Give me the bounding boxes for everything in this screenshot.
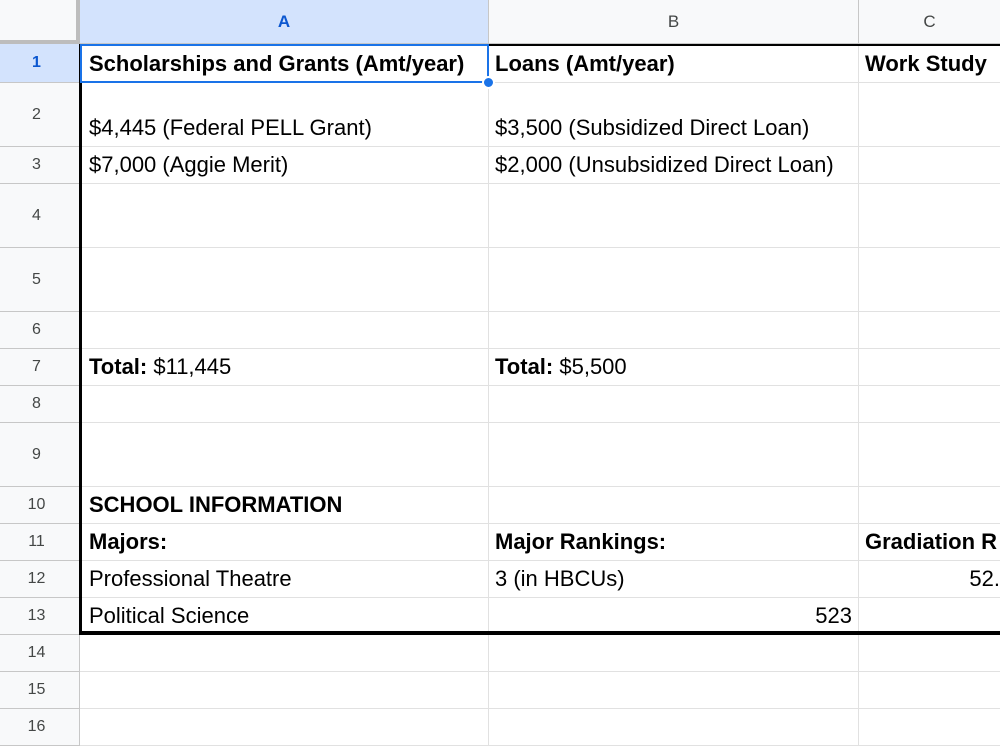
row-header-6[interactable]: 6 [0,312,80,349]
fill-handle[interactable] [482,76,495,89]
cell-a9[interactable] [80,423,489,487]
cell-b15[interactable] [489,672,859,709]
cell-c4[interactable] [859,184,1000,248]
cell-b12[interactable]: 3 (in HBCUs) [489,561,859,598]
row-header-12[interactable]: 12 [0,561,80,598]
row-header-1[interactable]: 1 [0,44,80,83]
total-value: $11,445 [147,354,232,379]
cell-c14[interactable] [859,635,1000,672]
select-all-corner[interactable] [0,0,80,44]
cell-a4[interactable] [80,184,489,248]
cell-b2[interactable]: $3,500 (Subsidized Direct Loan) [489,83,859,147]
cell-b6[interactable] [489,312,859,349]
cell-c7[interactable] [859,349,1000,386]
row-header-14[interactable]: 14 [0,635,80,672]
total-label: Total: [495,354,554,379]
cell-c5[interactable] [859,248,1000,312]
cell-c6[interactable] [859,312,1000,349]
cell-c12[interactable]: 52. [859,561,1000,598]
cell-a14[interactable] [80,635,489,672]
row-header-15[interactable]: 15 [0,672,80,709]
total-label: Total: [89,354,148,379]
column-header-c[interactable]: C [859,0,1000,44]
row-header-2[interactable]: 2 [0,83,80,147]
cell-b16[interactable] [489,709,859,746]
cell-b1[interactable]: Loans (Amt/year) [489,44,859,83]
cell-a8[interactable] [80,386,489,423]
cell-c13[interactable] [859,598,1000,635]
cell-a16[interactable] [80,709,489,746]
row-header-3[interactable]: 3 [0,147,80,184]
row-header-5[interactable]: 5 [0,248,80,312]
cell-a3[interactable]: $7,000 (Aggie Merit) [80,147,489,184]
total-value: $5,500 [553,354,627,379]
cell-b9[interactable] [489,423,859,487]
cell-c10[interactable] [859,487,1000,524]
cell-a10[interactable]: SCHOOL INFORMATION [80,487,489,524]
cell-b5[interactable] [489,248,859,312]
row-header-7[interactable]: 7 [0,349,80,386]
cell-a12[interactable]: Professional Theatre [80,561,489,598]
cell-b7[interactable]: Total: $5,500 [489,349,859,386]
cell-c8[interactable] [859,386,1000,423]
cell-b13[interactable]: 523 [489,598,859,635]
cell-a15[interactable] [80,672,489,709]
cell-c16[interactable] [859,709,1000,746]
cell-a6[interactable] [80,312,489,349]
cell-a1[interactable]: Scholarships and Grants (Amt/year) [80,44,489,83]
cell-a13[interactable]: Political Science [80,598,489,635]
cell-c11[interactable]: Gradiation R [859,524,1000,561]
cell-b8[interactable] [489,386,859,423]
range-border-top [489,44,1000,46]
cell-c3[interactable] [859,147,1000,184]
cell-c2[interactable] [859,83,1000,147]
row-header-11[interactable]: 11 [0,524,80,561]
column-header-a[interactable]: A [80,0,489,44]
range-border-left [79,44,82,635]
cell-b4[interactable] [489,184,859,248]
cell-b10[interactable] [489,487,859,524]
cell-c15[interactable] [859,672,1000,709]
cell-a11[interactable]: Majors: [80,524,489,561]
row-header-16[interactable]: 16 [0,709,80,746]
row-header-10[interactable]: 10 [0,487,80,524]
cell-c1[interactable]: Work Study [859,44,1000,83]
cell-b3[interactable]: $2,000 (Unsubsidized Direct Loan) [489,147,859,184]
range-border-bottom [79,631,1000,635]
row-header-13[interactable]: 13 [0,598,80,635]
cell-c9[interactable] [859,423,1000,487]
cell-b14[interactable] [489,635,859,672]
cell-a5[interactable] [80,248,489,312]
row-header-8[interactable]: 8 [0,386,80,423]
cell-a2[interactable]: $4,445 (Federal PELL Grant) [80,83,489,147]
row-header-9[interactable]: 9 [0,423,80,487]
cell-b11[interactable]: Major Rankings: [489,524,859,561]
row-header-4[interactable]: 4 [0,184,80,248]
column-header-b[interactable]: B [489,0,859,44]
cell-a7[interactable]: Total: $11,445 [80,349,489,386]
